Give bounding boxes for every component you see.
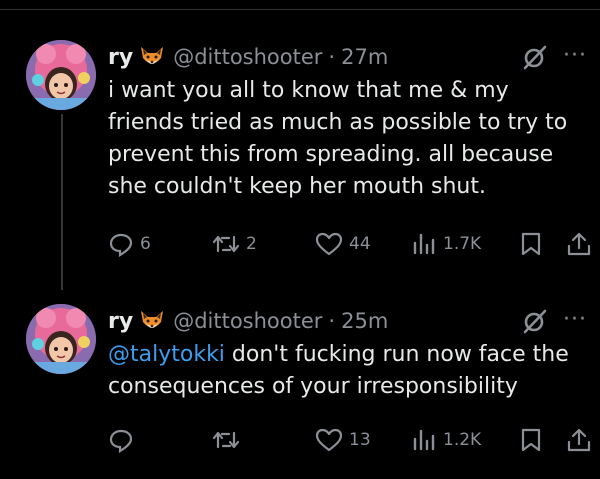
tweet-text: @talytokki don't fucking run now face th… xyxy=(108,339,588,403)
action-bar: 6 2 44 1.7K xyxy=(108,231,598,261)
reply-button[interactable] xyxy=(108,427,140,453)
bookmark-icon xyxy=(521,428,541,452)
timestamp[interactable]: 25m xyxy=(341,309,388,333)
grok-icon[interactable] xyxy=(522,308,548,338)
reply-icon xyxy=(109,233,133,257)
tweet-header: ry @dittoshooter · 27m xyxy=(108,41,388,73)
more-icon[interactable]: ··· xyxy=(563,309,587,331)
like-count: 44 xyxy=(349,234,371,254)
like-count: 13 xyxy=(349,430,371,450)
user-handle[interactable]: @dittoshooter xyxy=(173,45,322,69)
reply-button[interactable]: 6 xyxy=(108,231,151,257)
share-button[interactable] xyxy=(566,427,592,453)
avatar[interactable] xyxy=(26,40,96,110)
views-button[interactable]: 1.7K xyxy=(411,231,481,257)
like-icon xyxy=(315,428,343,452)
reply-icon xyxy=(109,429,133,453)
view-count: 1.2K xyxy=(443,430,482,450)
bookmark-button[interactable] xyxy=(520,427,542,453)
share-icon xyxy=(567,232,591,256)
like-button[interactable]: 13 xyxy=(315,427,371,453)
fox-emoji-icon xyxy=(139,45,165,69)
top-divider xyxy=(0,9,600,10)
views-button[interactable]: 1.2K xyxy=(411,427,481,453)
repost-button[interactable]: 2 xyxy=(212,231,257,257)
grok-icon[interactable] xyxy=(522,44,548,74)
bookmark-button[interactable] xyxy=(520,231,542,257)
timestamp[interactable]: 27m xyxy=(341,45,388,69)
share-icon xyxy=(567,428,591,452)
thread-connector xyxy=(61,114,63,290)
repost-icon xyxy=(212,235,240,253)
reply-count: 6 xyxy=(140,234,151,254)
views-icon xyxy=(413,429,435,451)
more-icon[interactable]: ··· xyxy=(563,45,587,67)
repost-button[interactable] xyxy=(212,427,246,453)
tweet-text: i want you all to know that me & my frie… xyxy=(108,78,568,199)
repost-icon xyxy=(212,431,240,449)
repost-count: 2 xyxy=(246,234,257,254)
views-icon xyxy=(413,233,435,255)
user-handle[interactable]: @dittoshooter xyxy=(173,309,322,333)
tweet-header: ry @dittoshooter · 25m xyxy=(108,305,388,337)
separator-dot: · xyxy=(328,45,336,69)
avatar[interactable] xyxy=(26,304,96,374)
like-icon xyxy=(315,232,343,256)
mention-link[interactable]: @talytokki xyxy=(108,342,225,367)
display-name[interactable]: ry xyxy=(108,309,133,334)
action-bar: 13 1.2K xyxy=(108,427,598,457)
like-button[interactable]: 44 xyxy=(315,231,371,257)
display-name[interactable]: ry xyxy=(108,45,133,70)
view-count: 1.7K xyxy=(443,234,482,254)
fox-emoji-icon xyxy=(139,309,165,333)
separator-dot: · xyxy=(328,309,336,333)
share-button[interactable] xyxy=(566,231,592,257)
bookmark-icon xyxy=(521,232,541,256)
